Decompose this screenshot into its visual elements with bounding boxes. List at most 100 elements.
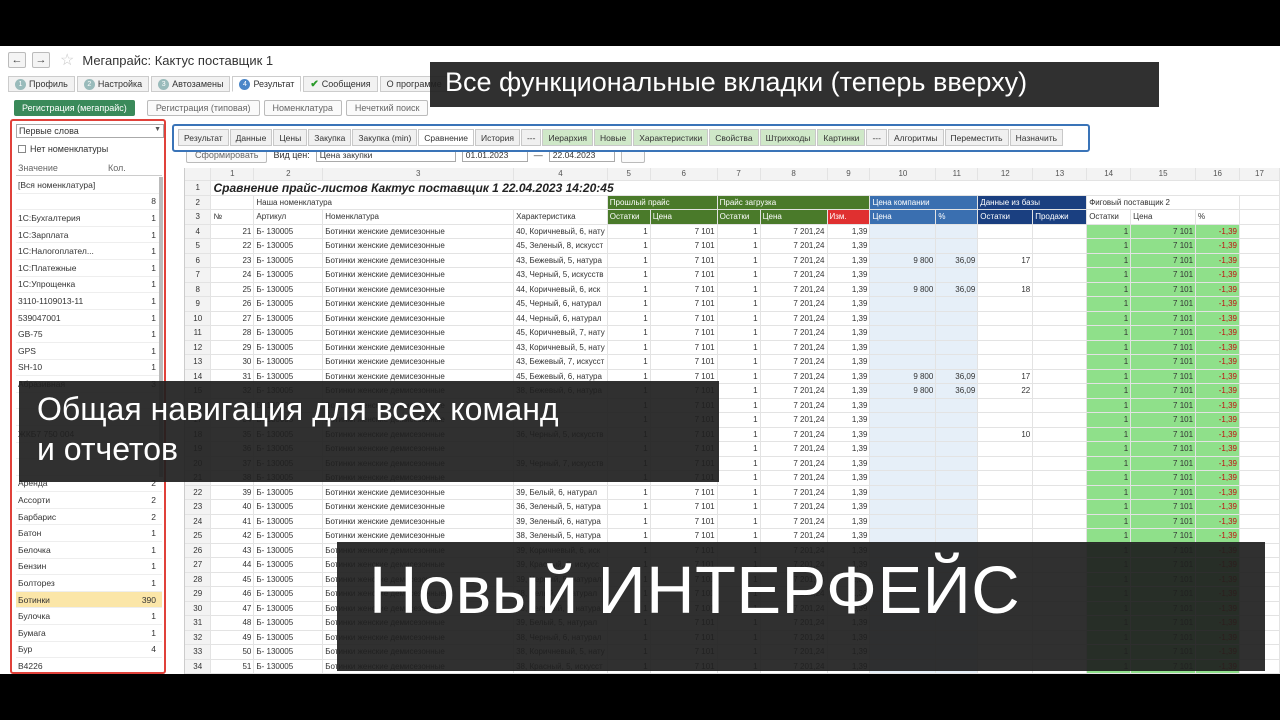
cell[interactable] (1239, 238, 1280, 254)
cell-base-sales[interactable] (1032, 325, 1088, 341)
cell-load-stock[interactable]: 1 (717, 238, 761, 254)
cell-fig-stock[interactable]: 1 (1086, 340, 1132, 355)
cell-fig-pct[interactable]: -1,39 (1195, 514, 1240, 529)
table-row[interactable]: 9 26 Б- 130005 Ботинки женские демисезонные… (185, 296, 1280, 312)
nomenclature-button[interactable]: Номенклатура (263, 100, 342, 116)
cell-base-stock[interactable] (977, 238, 1034, 254)
cell-fig-price[interactable]: 7 101 (1130, 354, 1197, 370)
cell-company-pct[interactable] (935, 499, 979, 515)
cell-characteristic[interactable]: 39, Зеленый, 6, натура (513, 514, 608, 529)
sidebar-item[interactable]: [Вся номенклатура] (16, 177, 162, 194)
cell-past-stock[interactable]: 1 (607, 340, 651, 355)
row-number[interactable]: 11 (185, 325, 212, 341)
cell-fig-stock[interactable]: 1 (1086, 383, 1132, 399)
cell-fig-pct[interactable]: -1,39 (1195, 441, 1240, 457)
cell-fig-price[interactable]: 7 101 (1130, 398, 1197, 413)
cell-company-pct[interactable] (935, 311, 979, 326)
header-cell[interactable]: % (935, 209, 979, 225)
cell-no[interactable]: 28 (210, 325, 255, 341)
sidebar-item[interactable]: Барбарис 2 (16, 509, 162, 526)
table-row[interactable]: 24 41 Б- 130005 Ботинки женские демисезонны… (185, 514, 1280, 529)
cell-base-sales[interactable] (1032, 499, 1088, 515)
cell-article[interactable]: Б- 130005 (253, 311, 324, 326)
column-number[interactable]: 9 (827, 168, 871, 181)
column-number[interactable]: 13 (1032, 168, 1088, 181)
header-cell[interactable]: Артикул (253, 209, 324, 225)
first-words-select[interactable]: Первые слова ▼ (16, 124, 164, 138)
cell-no[interactable]: 47 (210, 601, 255, 616)
cell-fig-stock[interactable]: 1 (1086, 253, 1132, 268)
function-tab-17[interactable]: Назначить (1009, 129, 1064, 146)
cell-fig-stock[interactable]: 1 (1086, 514, 1132, 529)
cell-company-price[interactable] (869, 340, 937, 355)
column-number[interactable]: 10 (869, 168, 937, 181)
cell-company-pct[interactable] (935, 412, 979, 428)
tab-4[interactable]: ✔ Сообщения (303, 76, 378, 92)
cell-load-price[interactable]: 7 201,24 (760, 296, 828, 312)
cell-past-price[interactable]: 7 101 (650, 224, 718, 239)
header-cell[interactable]: Цена (1130, 209, 1197, 225)
cell-fig-stock[interactable]: 1 (1086, 325, 1132, 341)
cell[interactable] (1239, 427, 1280, 442)
cell-base-stock[interactable] (977, 325, 1034, 341)
cell-past-price[interactable]: 7 101 (650, 253, 718, 268)
cell-characteristic[interactable]: 44, Коричневый, 6, иск (513, 282, 608, 297)
tab-3[interactable]: 4 Результат (232, 76, 302, 92)
cell-base-sales[interactable] (1032, 238, 1088, 254)
row-number[interactable]: 30 (185, 601, 212, 616)
cell-load-stock[interactable]: 1 (717, 398, 761, 413)
column-number[interactable]: 16 (1195, 168, 1240, 181)
cell-past-stock[interactable]: 1 (607, 528, 651, 544)
column-number[interactable]: 1 (210, 168, 255, 181)
function-tab-16[interactable]: Переместить (944, 129, 1009, 146)
cell[interactable] (1239, 311, 1280, 326)
cell-load-stock[interactable]: 1 (717, 253, 761, 268)
header-cell[interactable]: % (1195, 209, 1240, 225)
cell-company-price[interactable] (869, 427, 937, 442)
cell-past-price[interactable]: 7 101 (650, 296, 718, 312)
cell-base-stock[interactable] (977, 354, 1034, 370)
table-row[interactable]: 25 42 Б- 130005 Ботинки женские демисезонны… (185, 528, 1280, 544)
cell-fig-pct[interactable]: -1,39 (1195, 485, 1240, 500)
cell-no[interactable]: 22 (210, 238, 255, 254)
cell-fig-pct[interactable]: -1,39 (1195, 528, 1240, 544)
cell-load-price[interactable]: 7 201,24 (760, 456, 828, 471)
function-tab-13[interactable]: Картинки (817, 129, 866, 146)
cell-past-price[interactable]: 7 101 (650, 340, 718, 355)
cell-no[interactable]: 23 (210, 253, 255, 268)
cell-company-price[interactable] (869, 528, 937, 544)
cell-base-sales[interactable] (1032, 369, 1088, 384)
cell-fig-stock[interactable]: 1 (1086, 296, 1132, 312)
no-nomenclature-checkbox[interactable]: Нет номенклатуры (18, 144, 108, 154)
sidebar-item[interactable]: 1С:Бухгалтерия 1 (16, 210, 162, 227)
cell-article[interactable]: Б- 130005 (253, 282, 324, 297)
cell-load-price[interactable]: 7 201,24 (760, 499, 828, 515)
cell-fig-pct[interactable]: -1,39 (1195, 354, 1240, 370)
group-header[interactable]: Цена компании (869, 195, 979, 210)
cell-nomenclature[interactable]: Ботинки женские демисезонные (322, 485, 515, 500)
cell-base-sales[interactable] (1032, 514, 1088, 529)
cell-change[interactable]: 1,39 (827, 253, 871, 268)
cell-base-sales[interactable] (1032, 456, 1088, 471)
cell-load-price[interactable]: 7 201,24 (760, 514, 828, 529)
cell-fig-price[interactable]: 7 101 (1130, 369, 1197, 384)
cell-characteristic[interactable]: 43, Бежевый, 7, искусст (513, 354, 608, 370)
cell-fig-pct[interactable]: -1,39 (1195, 311, 1240, 326)
cell-fig-stock[interactable]: 1 (1086, 369, 1132, 384)
column-number[interactable]: 15 (1130, 168, 1197, 181)
header-cell[interactable]: Остатки (717, 209, 761, 225)
cell[interactable] (1239, 412, 1280, 428)
cell-fig-price[interactable]: 7 101 (1130, 224, 1197, 239)
sidebar-item[interactable]: GB-75 1 (16, 326, 162, 343)
cell-base-sales[interactable] (1032, 267, 1088, 283)
cell[interactable] (1239, 499, 1280, 515)
cell-load-price[interactable]: 7 201,24 (760, 441, 828, 457)
cell[interactable] (1239, 325, 1280, 341)
cell-fig-pct[interactable]: -1,39 (1195, 499, 1240, 515)
cell-change[interactable]: 1,39 (827, 238, 871, 254)
cell-article[interactable]: Б- 130005 (253, 238, 324, 254)
cell-load-stock[interactable]: 1 (717, 325, 761, 341)
cell-characteristic[interactable]: 40, Коричневый, 6, нату (513, 224, 608, 239)
star-icon[interactable]: ☆ (60, 50, 74, 70)
cell-fig-pct[interactable]: -1,39 (1195, 238, 1240, 254)
